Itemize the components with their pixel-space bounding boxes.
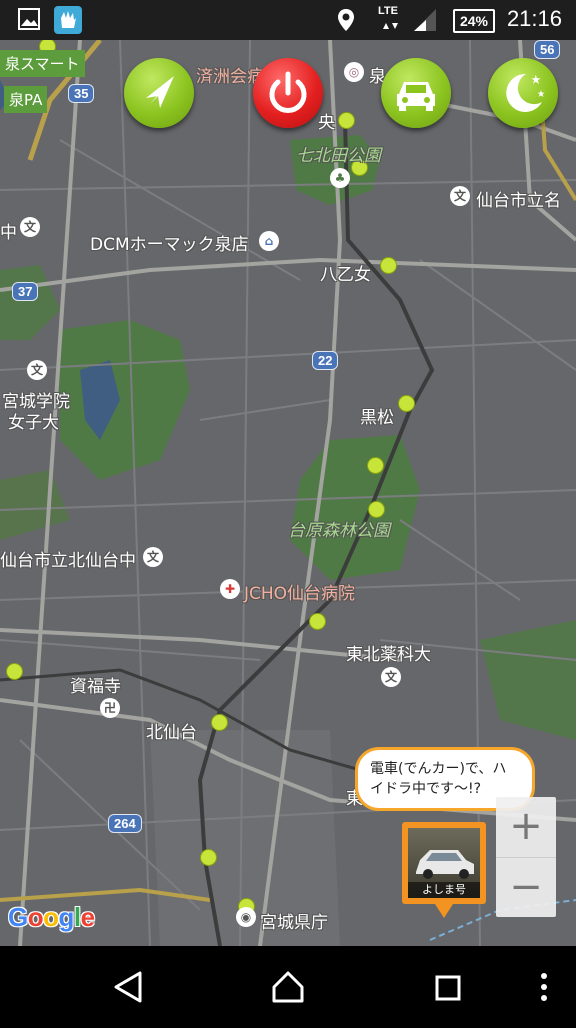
- navigate-arrow-icon: [146, 76, 174, 108]
- clock: 21:16: [506, 6, 562, 31]
- map-label-dainohara-park: 台原森林公園: [288, 521, 390, 541]
- recents-square-icon: [435, 975, 461, 1001]
- map-label-jcho-hospital: JCHO仙台病院: [244, 584, 356, 604]
- recents-button[interactable]: [408, 946, 488, 1024]
- map-label-nanakita-park: 七北田公園: [296, 146, 381, 166]
- hospital-icon: ✚: [220, 579, 240, 599]
- map-label-dcm: DCMホーマック泉店: [90, 235, 249, 255]
- shopping-icon: ⌂: [259, 231, 279, 251]
- map-label-izumi-smart: 泉スマート: [0, 50, 85, 77]
- google-logo-letter: l: [73, 902, 81, 932]
- map-label-kitasendai: 北仙台: [146, 723, 197, 743]
- google-logo: Google: [8, 902, 95, 933]
- google-logo-letter: o: [43, 902, 59, 932]
- google-logo-letter: o: [27, 902, 44, 932]
- back-button[interactable]: [88, 946, 168, 1024]
- google-logo-letter: g: [58, 902, 75, 932]
- glove-app-icon: [54, 6, 82, 34]
- route-point: [380, 257, 397, 274]
- road-number: 22: [312, 351, 339, 370]
- route-point: [200, 849, 217, 866]
- google-logo-letter: G: [8, 902, 28, 932]
- home-button[interactable]: [248, 946, 328, 1024]
- vehicle-caption: よしま号: [408, 882, 480, 898]
- back-triangle-icon: [114, 971, 142, 1003]
- map-label-kitasendai-school: 仙台市立北仙台中: [0, 551, 136, 571]
- data-arrows-icon: [383, 23, 398, 29]
- route-point: [398, 395, 415, 412]
- route-point: [309, 613, 326, 630]
- power-button[interactable]: [253, 58, 323, 128]
- car-icon: [397, 82, 435, 111]
- moon-stars-icon: [506, 73, 545, 112]
- route-point: [338, 112, 355, 129]
- temple-icon: 卍: [100, 698, 120, 718]
- map-label-naka: 中: [0, 223, 17, 243]
- car-photo-icon: [416, 850, 474, 879]
- map-label-tohoku-yakka: 東北薬科大: [346, 645, 431, 665]
- school-icon: 文: [27, 360, 47, 380]
- car-mode-button[interactable]: [381, 58, 451, 128]
- map-label-joshidai: 女子大: [8, 413, 59, 433]
- route-point: [211, 714, 228, 731]
- zoom-in-button[interactable]: +: [496, 797, 556, 857]
- image-icon: [18, 8, 40, 30]
- map-label-kuromatsu: 黒松: [360, 408, 394, 428]
- power-icon: [269, 71, 307, 113]
- zoom-out-button[interactable]: −: [496, 857, 556, 918]
- road-number: 35: [68, 84, 95, 103]
- park-area: [480, 620, 576, 740]
- marker-tail: [435, 904, 453, 918]
- tree-icon: ♣: [330, 168, 350, 188]
- home-icon: [272, 971, 304, 1003]
- school-icon: 文: [20, 217, 40, 237]
- road-number: 37: [12, 282, 39, 301]
- map-label-sendai-school: 仙台市立名: [476, 191, 561, 211]
- location-pin-icon: [338, 9, 354, 31]
- map-label-izumi-pa: 泉PA: [4, 86, 48, 113]
- map-label-shifukuji: 資福寺: [70, 677, 121, 697]
- vehicle-marker[interactable]: よしま号: [402, 822, 486, 918]
- route-point: [6, 663, 23, 680]
- zoom-controls: + −: [496, 797, 556, 917]
- government-icon: ◉: [236, 907, 256, 927]
- signal-icon: [414, 9, 436, 31]
- park-area: [58, 320, 190, 480]
- night-mode-button[interactable]: [488, 58, 558, 128]
- park-area: [0, 265, 60, 340]
- map-label-yaotome: 八乙女: [320, 265, 371, 285]
- target-icon: ◎: [344, 62, 364, 82]
- school-icon: 文: [450, 186, 470, 206]
- status-bar: LTE 24% 21:16: [0, 0, 576, 40]
- navigate-button[interactable]: [124, 58, 194, 128]
- overflow-menu-button[interactable]: [504, 946, 576, 1024]
- school-icon: 文: [381, 667, 401, 687]
- more-vertical-icon: [541, 973, 547, 1001]
- network-type: LTE: [378, 5, 398, 17]
- route-point: [367, 457, 384, 474]
- battery-indicator: 24%: [453, 9, 495, 33]
- map-label-miyagi-kencho: 宮城県庁: [260, 913, 328, 933]
- system-navigation-bar: [0, 946, 576, 1024]
- road-number: 264: [108, 814, 142, 833]
- park-area: [0, 470, 70, 540]
- school-icon: 文: [143, 547, 163, 567]
- google-logo-letter: e: [80, 902, 95, 932]
- road-number: 56: [534, 40, 561, 59]
